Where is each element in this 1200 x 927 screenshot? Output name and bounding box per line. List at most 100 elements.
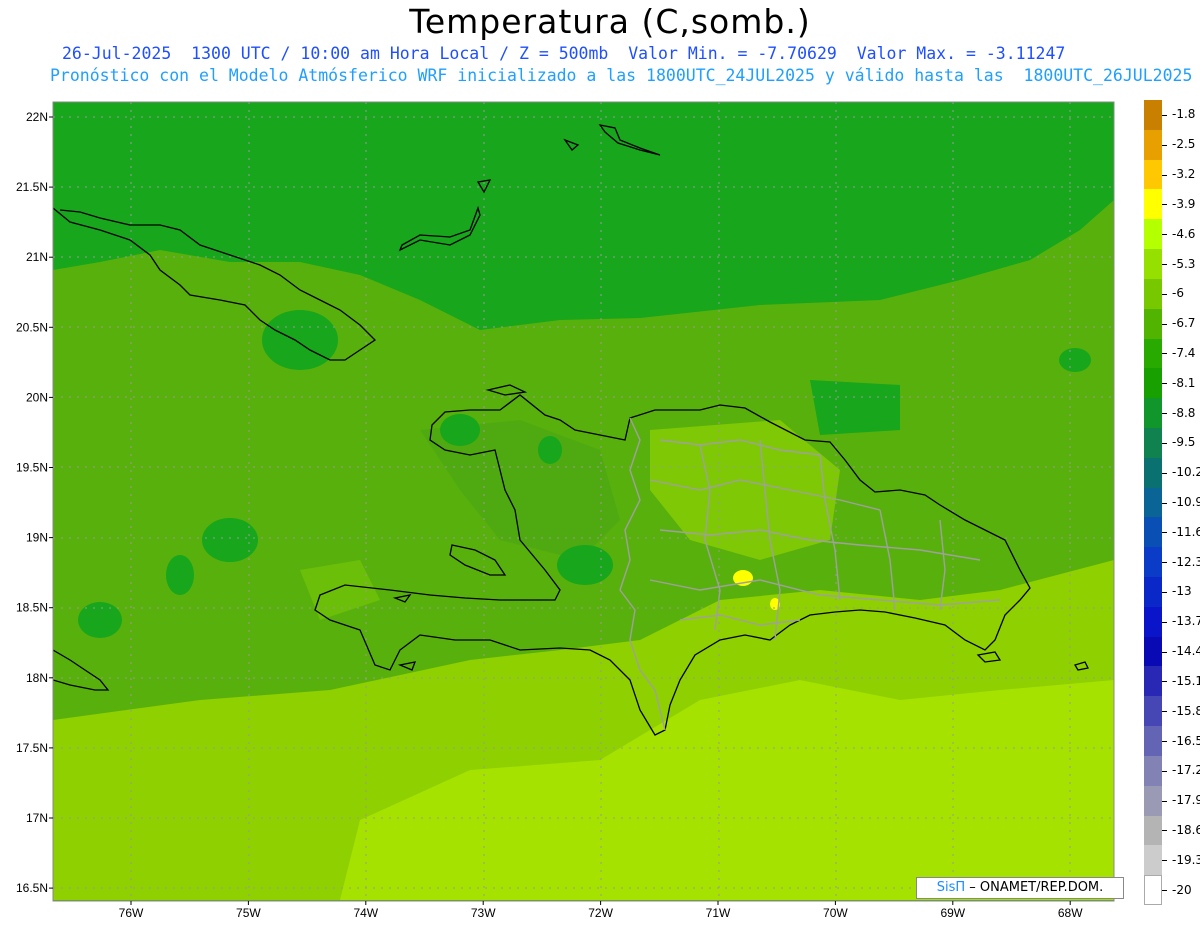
legend-label: -14.4 bbox=[1172, 644, 1200, 659]
lat-label: 20.5N bbox=[16, 320, 48, 334]
legend-tick bbox=[1162, 204, 1167, 206]
legend-label: -15.8 bbox=[1172, 703, 1200, 718]
legend-label: -8.1 bbox=[1172, 375, 1196, 390]
legend-label: -2.5 bbox=[1172, 137, 1196, 152]
lon-label: 68W bbox=[1058, 906, 1083, 920]
legend-label: -15.1 bbox=[1172, 673, 1200, 688]
legend-label: -1.8 bbox=[1172, 107, 1196, 122]
legend-swatch bbox=[1144, 368, 1162, 399]
legend-swatch bbox=[1144, 606, 1162, 637]
legend-swatch bbox=[1144, 636, 1162, 667]
legend-label: -12.3 bbox=[1172, 554, 1200, 569]
sispi-logo-text: SisΠ bbox=[936, 880, 966, 895]
legend-swatch bbox=[1144, 427, 1162, 458]
lat-label: 22N bbox=[26, 110, 48, 124]
legend-swatch bbox=[1144, 785, 1162, 816]
lon-label: 73W bbox=[471, 906, 496, 920]
lat-label: 19N bbox=[26, 531, 48, 545]
legend-tick bbox=[1162, 114, 1167, 116]
lat-label: 17.5N bbox=[16, 741, 48, 755]
legend-swatch bbox=[1144, 666, 1162, 697]
legend-label: -17.2 bbox=[1172, 763, 1200, 778]
legend-tick bbox=[1162, 263, 1167, 265]
longitude-labels: 76W 75W 74W 73W 72W 71W 70W 69W 68W bbox=[119, 901, 1083, 920]
legend-tick bbox=[1162, 174, 1167, 176]
legend-tick bbox=[1162, 562, 1167, 564]
lon-label: 70W bbox=[823, 906, 848, 920]
legend-swatch bbox=[1144, 159, 1162, 190]
legend-tick bbox=[1162, 144, 1167, 146]
legend-tick bbox=[1162, 681, 1167, 683]
legend-tick bbox=[1162, 353, 1167, 355]
legend-label: -13 bbox=[1172, 584, 1192, 599]
legend-label: -7.4 bbox=[1172, 345, 1196, 360]
credit-text: – ONAMET/REP.DOM. bbox=[969, 880, 1104, 895]
legend-swatch bbox=[1144, 815, 1162, 846]
legend-label: -8.8 bbox=[1172, 405, 1196, 420]
legend-tick bbox=[1162, 502, 1167, 504]
lon-label: 72W bbox=[588, 906, 613, 920]
legend-tick bbox=[1162, 770, 1167, 772]
credit-box: SisΠ – ONAMET/REP.DOM. bbox=[916, 877, 1124, 899]
legend-swatch bbox=[1144, 338, 1162, 369]
legend-label: -3.2 bbox=[1172, 167, 1196, 182]
legend-tick bbox=[1162, 651, 1167, 653]
legend-tick bbox=[1162, 472, 1167, 474]
lat-label: 21N bbox=[26, 250, 48, 264]
legend-swatch bbox=[1144, 517, 1162, 548]
legend-tick bbox=[1162, 621, 1167, 623]
legend-swatch bbox=[1144, 219, 1162, 250]
legend-tick bbox=[1162, 234, 1167, 236]
legend-swatch bbox=[1144, 308, 1162, 339]
legend-swatch bbox=[1144, 249, 1162, 279]
legend-tick bbox=[1162, 741, 1167, 743]
lat-label: 21.5N bbox=[16, 180, 48, 194]
legend-swatch bbox=[1144, 696, 1162, 727]
legend-label: -9.5 bbox=[1172, 435, 1196, 450]
legend-label: -4.6 bbox=[1172, 226, 1196, 241]
legend-tick bbox=[1162, 293, 1167, 295]
legend-tick bbox=[1162, 860, 1167, 862]
legend-swatch bbox=[1144, 129, 1162, 160]
latitude-labels: 22N 21.5N 21N 20.5N 20N 19.5N 19N 18.5N 18N 17.5N… bbox=[16, 110, 53, 895]
legend-label: -20 bbox=[1172, 882, 1192, 897]
legend-label: -11.6 bbox=[1172, 524, 1200, 539]
legend-swatch bbox=[1144, 457, 1162, 488]
lon-label: 76W bbox=[119, 906, 144, 920]
legend-tick bbox=[1162, 591, 1167, 593]
lat-label: 19.5N bbox=[16, 461, 48, 475]
legend-label: -6.7 bbox=[1172, 316, 1196, 331]
lat-label: 16.5N bbox=[16, 881, 48, 895]
legend-swatch bbox=[1144, 398, 1162, 428]
legend-swatch bbox=[1144, 577, 1162, 607]
legend-swatch bbox=[1144, 547, 1162, 578]
legend-tick bbox=[1162, 830, 1167, 832]
lat-label: 20N bbox=[26, 390, 48, 404]
legend-label: -19.3 bbox=[1172, 852, 1200, 867]
legend-label: -6 bbox=[1172, 286, 1184, 301]
lat-label: 18N bbox=[26, 671, 48, 685]
legend-swatch bbox=[1144, 726, 1162, 756]
legend-label: -3.9 bbox=[1172, 196, 1196, 211]
legend-label: -18.6 bbox=[1172, 822, 1200, 837]
temperature-field bbox=[53, 102, 1114, 901]
temperature-map: 22N 21.5N 21N 20.5N 20N 19.5N 19N 18.5N 18N 17.5N… bbox=[16, 101, 1115, 920]
legend-swatch bbox=[1144, 487, 1162, 518]
legend-tick bbox=[1162, 413, 1167, 415]
legend-swatch bbox=[1144, 755, 1162, 786]
legend-tick bbox=[1162, 890, 1167, 892]
lon-label: 75W bbox=[236, 906, 261, 920]
legend-swatch bbox=[1144, 845, 1162, 876]
legend-swatch bbox=[1144, 278, 1162, 309]
legend-label: -10.9 bbox=[1172, 495, 1200, 510]
lat-label: 18.5N bbox=[16, 601, 48, 615]
legend-label: -10.2 bbox=[1172, 465, 1200, 480]
lon-label: 71W bbox=[706, 906, 731, 920]
legend-tick bbox=[1162, 532, 1167, 534]
legend-tick bbox=[1162, 442, 1167, 444]
color-scale-bar bbox=[1144, 100, 1162, 905]
legend-label: -13.7 bbox=[1172, 614, 1200, 629]
legend-tick bbox=[1162, 800, 1167, 802]
legend-swatch bbox=[1144, 875, 1162, 905]
legend-label: -17.9 bbox=[1172, 793, 1200, 808]
